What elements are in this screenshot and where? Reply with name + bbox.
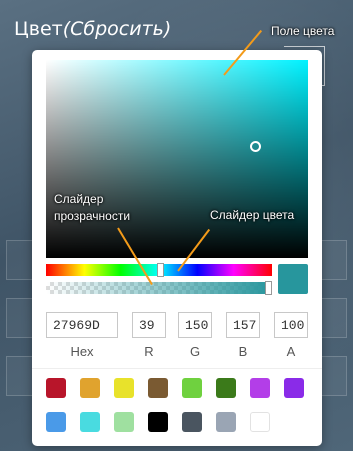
alpha-label: A	[286, 344, 296, 359]
red-label: R	[144, 344, 154, 359]
hue-slider-handle[interactable]	[157, 263, 164, 277]
color-inputs: 27969D 39 150 157 100	[46, 312, 308, 340]
palette-swatch[interactable]	[114, 412, 134, 432]
hue-slider[interactable]	[46, 263, 272, 277]
reset-link[interactable]: (Сбросить)	[63, 18, 172, 40]
palette-swatch[interactable]	[182, 378, 202, 398]
palette-swatch[interactable]	[284, 378, 304, 398]
color-field-cursor[interactable]	[250, 141, 261, 152]
annotation-hue-slider: Слайдер цвета	[210, 208, 295, 222]
green-label: G	[189, 344, 201, 359]
alpha-input[interactable]: 100	[274, 312, 308, 338]
green-input[interactable]: 150	[178, 312, 212, 338]
palette-swatch[interactable]	[148, 412, 168, 432]
blue-input[interactable]: 157	[226, 312, 260, 338]
palette-swatch[interactable]	[80, 412, 100, 432]
alpha-slider[interactable]	[46, 281, 272, 295]
palette-swatch[interactable]	[114, 378, 134, 398]
blue-label: B	[238, 344, 248, 359]
color-field-title: Цвет(Сбросить)	[14, 18, 171, 40]
alpha-slider-handle[interactable]	[265, 281, 272, 295]
palette-swatch[interactable]	[216, 412, 236, 432]
annotation-alpha-slider: Слайдер прозрачности	[54, 192, 131, 223]
color-picker-popup: 27969D 39 150 157 100 Hex R G B A	[32, 50, 322, 446]
color-preview-swatch	[278, 264, 308, 294]
divider	[32, 368, 322, 369]
palette-swatch[interactable]	[80, 378, 100, 398]
annotation-color-field: Поле цвета	[271, 24, 335, 38]
palette-swatch[interactable]	[148, 378, 168, 398]
palette-swatch[interactable]	[250, 412, 270, 432]
hex-input[interactable]: 27969D	[46, 312, 118, 338]
color-label: Цвет	[14, 18, 63, 40]
palette-swatch[interactable]	[46, 378, 66, 398]
palette-swatch[interactable]	[216, 378, 236, 398]
saturation-value-field[interactable]	[46, 60, 308, 258]
hex-label: Hex	[70, 344, 94, 359]
red-input[interactable]: 39	[132, 312, 166, 338]
palette-swatch[interactable]	[46, 412, 66, 432]
palette-swatch[interactable]	[250, 378, 270, 398]
palette-swatch[interactable]	[182, 412, 202, 432]
